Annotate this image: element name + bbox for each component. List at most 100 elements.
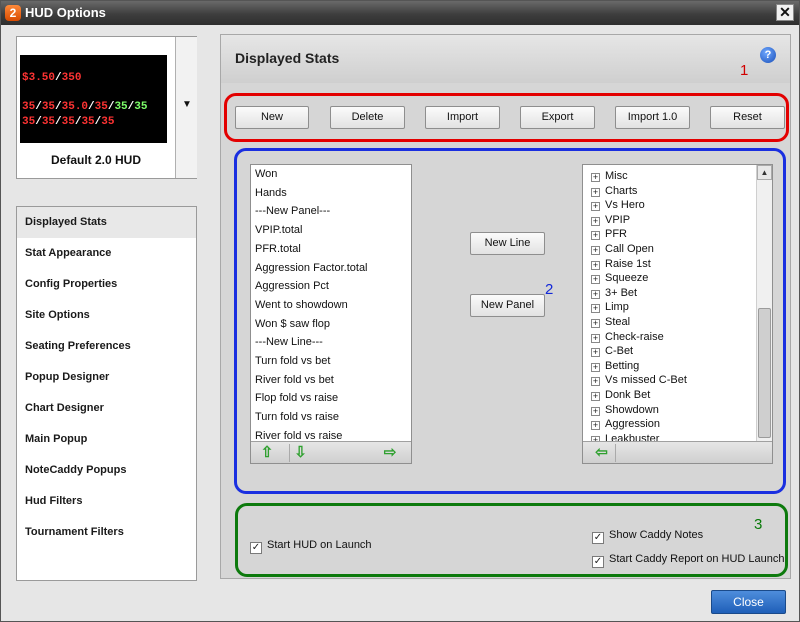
stat-list-item[interactable]: ---New Line--- [255, 336, 323, 348]
new-panel-button[interactable]: New Panel [470, 294, 545, 317]
tree-scrollbar[interactable]: ▲ ▼ [756, 165, 772, 463]
preset-dropdown-button[interactable]: ▼ [175, 37, 197, 178]
expand-plus-icon[interactable]: + [591, 333, 600, 343]
expand-plus-icon[interactable]: + [591, 275, 600, 285]
stat-list-item[interactable]: VPIP.total [255, 224, 303, 236]
nav-item-displayed-stats[interactable]: Displayed Stats [17, 207, 196, 238]
window-close-button[interactable]: ✕ [776, 4, 794, 21]
category-tree-item[interactable]: + Steal [591, 316, 630, 328]
preview-line-3: 35/35/35/35/35 [22, 116, 115, 128]
category-label: VPIP [605, 213, 631, 226]
stat-list-item[interactable]: Flop fold vs raise [255, 392, 338, 404]
category-tree-item[interactable]: + Betting [591, 360, 639, 372]
category-label: Raise 1st [605, 257, 651, 270]
nav-item-notecaddy-popups[interactable]: NoteCaddy Popups [17, 455, 196, 486]
expand-plus-icon[interactable]: + [591, 173, 600, 182]
expand-plus-icon[interactable]: + [591, 202, 600, 212]
category-tree-item[interactable]: + Squeeze [591, 272, 648, 285]
category-tree-item[interactable]: + Vs missed C-Bet [591, 374, 687, 387]
stats-editor-group: 2 Won Hands ---New Panel--- VPIP.total PFR.t… [234, 148, 786, 494]
nav-item-config-properties[interactable]: Config Properties [17, 269, 196, 300]
expand-plus-icon[interactable]: + [591, 231, 600, 241]
stat-category-tree[interactable]: + Misc + Charts + Vs Hero + VPIP + PFR + Call Open +… [582, 164, 773, 464]
stat-list-item[interactable]: Aggression Pct [255, 280, 329, 292]
stat-list-item[interactable]: Went to showdown [255, 299, 348, 311]
expand-plus-icon[interactable]: + [591, 377, 600, 387]
expand-plus-icon[interactable]: + [591, 304, 600, 314]
expand-plus-icon[interactable]: + [591, 216, 600, 226]
move-up-arrow-icon[interactable]: ⇧ [256, 444, 278, 462]
show-caddy-notes-checkbox[interactable]: ✓ Show Caddy Notes [592, 529, 703, 544]
stat-list-item[interactable]: River fold vs raise [255, 430, 342, 442]
category-tree-item[interactable]: + Showdown [591, 404, 659, 416]
help-icon[interactable]: ? [760, 47, 776, 63]
category-label: Charts [605, 184, 638, 197]
nav-item-popup-designer[interactable]: Popup Designer [17, 362, 196, 393]
nav-item-tournament-filters[interactable]: Tournament Filters [17, 517, 196, 548]
close-button[interactable]: Close [711, 590, 786, 614]
nav-item-main-popup[interactable]: Main Popup [17, 424, 196, 455]
stat-list-item[interactable]: PFR.total [255, 243, 301, 255]
category-tree-item[interactable]: + C-Bet [591, 345, 633, 358]
category-tree-item[interactable]: + Aggression [591, 418, 660, 431]
stat-list-item[interactable]: Hands [255, 187, 287, 199]
stat-list-item[interactable]: Turn fold vs raise [255, 411, 339, 423]
hud-preset-selector[interactable]: $3.50/350 35/35/35.0/35/35/35 35/35/35/3… [16, 36, 197, 179]
category-label: Donk Bet [605, 389, 651, 401]
scroll-up-icon[interactable]: ▲ [757, 165, 772, 180]
settings-nav: Displayed Stats Stat Appearance Config Pro… [16, 206, 197, 581]
panel-header: Displayed Stats ? [221, 35, 790, 83]
move-down-arrow-icon[interactable]: ⇩ [289, 444, 311, 462]
expand-plus-icon[interactable]: + [591, 348, 600, 358]
add-stat-arrow-icon[interactable]: ⇨ [379, 444, 401, 462]
category-tree-item[interactable]: + Raise 1st [591, 258, 651, 270]
expand-plus-icon[interactable]: + [591, 362, 600, 372]
delete-button[interactable]: Delete [330, 106, 405, 129]
start-hud-checkbox[interactable]: ✓ Start HUD on Launch [250, 539, 372, 554]
category-tree-item[interactable]: + VPIP [591, 214, 630, 226]
category-tree-item[interactable]: +3+ Bet [591, 287, 637, 299]
nav-item-site-options[interactable]: Site Options [17, 300, 196, 331]
stat-list-item[interactable]: ---New Panel--- [255, 205, 330, 217]
stat-list-item[interactable]: River fold vs bet [255, 374, 334, 386]
caddy-report-checkbox[interactable]: ✓ Start Caddy Report on HUD Launch [592, 553, 784, 568]
category-label: PFR [605, 228, 627, 241]
nav-item-stat-appearance[interactable]: Stat Appearance [17, 238, 196, 269]
category-tree-item[interactable]: + Vs Hero [591, 199, 645, 212]
expand-plus-icon[interactable]: + [591, 406, 600, 416]
displayed-stats-list[interactable]: Won Hands ---New Panel--- VPIP.total PFR.tot… [250, 164, 412, 464]
category-tree-item[interactable]: + Charts [591, 185, 637, 197]
annotation-2: 2 [545, 281, 554, 298]
category-tree-item[interactable]: + Check-raise [591, 331, 664, 343]
nav-item-hud-filters[interactable]: Hud Filters [17, 486, 196, 517]
expand-plus-icon[interactable]: + [591, 392, 600, 401]
expand-plus-icon[interactable]: + [591, 187, 600, 197]
category-tree-item[interactable]: + Donk Bet [591, 389, 650, 401]
category-tree-item[interactable]: + Call Open [591, 243, 654, 255]
category-tree-item[interactable]: + PFR [591, 228, 627, 241]
preview-line-1: $3.50/350 [22, 72, 82, 84]
nav-item-chart-designer[interactable]: Chart Designer [17, 393, 196, 424]
expand-plus-icon[interactable]: + [591, 246, 600, 255]
export-button[interactable]: Export [520, 106, 595, 129]
nav-item-seating-preferences[interactable]: Seating Preferences [17, 331, 196, 362]
new-button[interactable]: New [235, 106, 309, 129]
import-1-0-button[interactable]: Import 1.0 [615, 106, 690, 129]
expand-plus-icon[interactable]: + [591, 319, 600, 328]
remove-stat-arrow-icon[interactable]: ⇦ [588, 444, 616, 462]
stat-list-item[interactable]: Won $ saw flop [255, 318, 330, 330]
stat-list-item[interactable]: Won [255, 168, 277, 180]
expand-plus-icon[interactable]: + [591, 289, 600, 299]
category-label: Showdown [605, 403, 659, 416]
category-tree-item[interactable]: + Misc [591, 170, 628, 182]
scroll-thumb[interactable] [758, 308, 771, 438]
expand-plus-icon[interactable]: + [591, 260, 600, 270]
new-line-button[interactable]: New Line [470, 232, 545, 255]
reset-button[interactable]: Reset [710, 106, 785, 129]
category-tree-item[interactable]: + Limp [591, 301, 629, 314]
expand-plus-icon[interactable]: + [591, 421, 600, 431]
import-button[interactable]: Import [425, 106, 500, 129]
stat-list-item[interactable]: Turn fold vs bet [255, 355, 330, 367]
stat-list-item[interactable]: Aggression Factor.total [255, 262, 368, 274]
displayed-stats-panel: Displayed Stats ? 1 New Delete Import Ex… [220, 34, 791, 579]
